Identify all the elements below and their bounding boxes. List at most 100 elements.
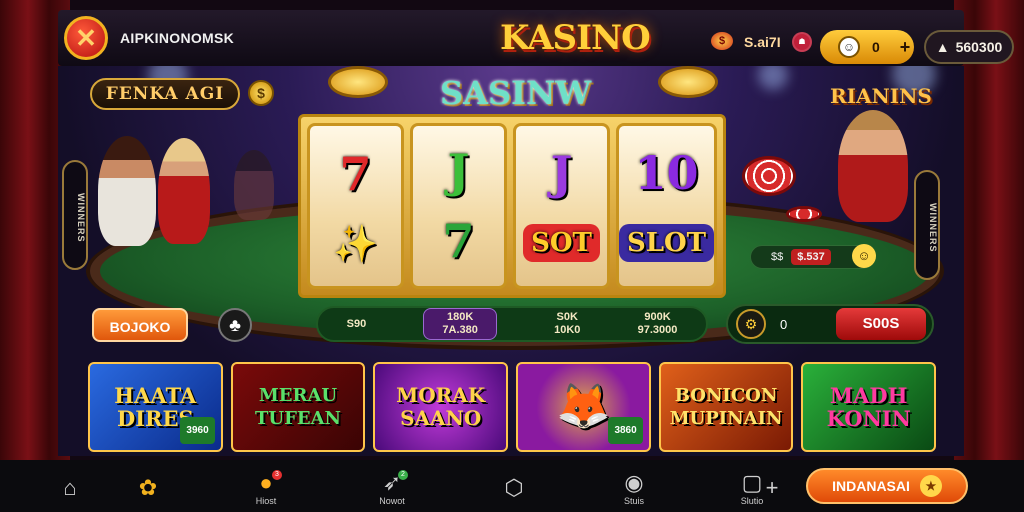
game-tile[interactable]: HAATA DIRES 3960 xyxy=(88,362,223,452)
balance-value: 560300 xyxy=(955,39,1003,55)
game-tile[interactable]: MADH KONIN xyxy=(801,362,937,452)
wallet-icon: ▲ xyxy=(935,39,950,55)
reel-4: 10 SLOT xyxy=(615,123,718,289)
nav-hiost[interactable]: ● 3 Hiost xyxy=(236,466,296,510)
player-figure xyxy=(234,150,274,220)
coin-icon: ● xyxy=(259,470,273,495)
nav-label: Nowot xyxy=(379,496,405,506)
info-cell[interactable]: S90 xyxy=(347,318,367,331)
info-cell-line2: 7A.380 xyxy=(442,324,478,336)
cta-label: INDANASAI xyxy=(832,478,910,494)
close-logo-icon[interactable]: ✕ xyxy=(64,16,108,60)
chip-stack-icon xyxy=(742,156,796,196)
nav-label: Hiost xyxy=(255,496,277,506)
top-bar: ✕ AIPKINONOMSK KASINO $ S.ai7I ☗ ☺ 0 + ▲… xyxy=(58,10,1014,66)
nav-stuis[interactable]: ◉ Stuis xyxy=(604,466,664,510)
info-cell-line1: 900K xyxy=(644,311,671,323)
player-figure xyxy=(98,136,156,246)
right-curtain xyxy=(954,0,1024,460)
info-cell[interactable]: S0K 10K0 xyxy=(554,311,580,337)
plus-icon: + xyxy=(765,475,779,500)
chip-stack-icon xyxy=(786,206,822,222)
spin-value: 0 xyxy=(780,316,788,332)
coin-stack-icon xyxy=(658,66,718,98)
left-side-pill[interactable]: WINNERS xyxy=(62,160,88,270)
nav-nowot[interactable]: ➶ 2 Nowot xyxy=(362,466,422,510)
nav-label: Stuis xyxy=(623,496,644,506)
smiley-icon[interactable]: ☺ xyxy=(852,244,876,268)
info-cell-line1: S0K xyxy=(556,311,578,323)
coins-value: 0 xyxy=(872,39,880,55)
reel-symbol: SLOT xyxy=(618,224,715,262)
slot-value: S.ai7I xyxy=(744,34,781,50)
reel-3: J SOT xyxy=(512,123,610,289)
bet-info-bar: S90 180K 7A.380 S0K 10K0 900K 97.3000 xyxy=(316,306,708,342)
reel-symbol: 7 xyxy=(442,214,475,268)
info-cell[interactable]: 900K 97.3000 xyxy=(638,311,678,337)
chat-icon: ◉ xyxy=(624,470,644,495)
game-tile-badge: 3860 xyxy=(608,417,643,444)
bet-button[interactable]: BOJOKO xyxy=(92,308,188,342)
coin-stack-icon xyxy=(328,66,388,98)
game-tile-badge: 3960 xyxy=(180,417,215,444)
brand-title: KASINO xyxy=(500,18,651,58)
nav-add[interactable]: + xyxy=(752,466,792,510)
home-icon: ⌂ xyxy=(63,475,77,500)
reel-symbol: SOT xyxy=(523,224,600,262)
game-tile-title: BONICON MUPINAIN xyxy=(669,385,783,429)
auto-spin-icon[interactable]: ⚙ xyxy=(736,309,766,339)
game-tile[interactable]: 🦊 3860 xyxy=(516,362,651,452)
nav-puzzle[interactable]: ✿ xyxy=(118,466,178,510)
game-tile-title: MORAK SAANO xyxy=(396,383,486,430)
reel-2: J 7 xyxy=(409,123,507,289)
notification-badge: 2 xyxy=(398,470,408,480)
reel-symbol: 7 xyxy=(339,146,372,201)
app-name: AIPKINONOMSK xyxy=(120,30,235,46)
star-icon: ★ xyxy=(919,475,942,497)
puzzle-icon: ✿ xyxy=(138,475,158,500)
tag-icon[interactable]: ☗ xyxy=(792,32,812,52)
reel-symbol: 10 xyxy=(634,146,699,200)
dealer-pill-amount: $.537 xyxy=(791,249,831,265)
coin-icon[interactable]: $ xyxy=(248,80,274,106)
info-cell-line1: 180K xyxy=(447,311,474,323)
spin-bar: ⚙ 0 S00S xyxy=(726,304,934,344)
dealer-pill-prefix: $$ xyxy=(771,251,784,263)
game-title-label: FENKA AGI xyxy=(90,78,240,110)
slot-machine[interactable]: 7 ✨ J 7 J SOT 10 SLOT xyxy=(298,114,726,298)
winners-label: RIANINS xyxy=(830,84,932,108)
player-figure xyxy=(158,138,210,244)
nav-cube[interactable]: ⬡ xyxy=(484,466,544,510)
game-tile[interactable]: MERAU TUFEAN xyxy=(230,362,366,452)
fox-mascot-icon: 🦊 xyxy=(555,381,611,432)
spin-button[interactable]: S00S xyxy=(836,308,926,340)
cta-button[interactable]: INDANASAI ★ xyxy=(806,468,968,504)
info-cell-line2: 10K0 xyxy=(554,324,581,336)
reel-symbol: J xyxy=(447,144,470,198)
coins-button[interactable]: ☺ 0 + xyxy=(820,30,914,64)
game-tile-title: MERAU TUFEAN xyxy=(255,385,342,429)
reel-1: 7 ✨ xyxy=(307,123,404,289)
info-cell-line1: S90 xyxy=(346,317,367,330)
casino-page: ✕ AIPKINONOMSK KASINO $ S.ai7I ☗ ☺ 0 + ▲… xyxy=(0,0,1024,512)
spotlight xyxy=(758,66,788,90)
reel-symbol: J xyxy=(550,146,573,200)
game-tile[interactable]: MORAK SAANO xyxy=(373,362,509,452)
game-tiles: HAATA DIRES 3960 MERAU TUFEAN MORAK SAAN… xyxy=(88,362,937,452)
info-cell-active[interactable]: 180K 7A.380 xyxy=(423,308,497,340)
add-coins-icon[interactable]: + xyxy=(900,37,911,58)
game-tile-title: MADH KONIN xyxy=(826,383,911,431)
reel-symbol: ✨ xyxy=(333,222,378,265)
balance-pill[interactable]: ▲ 560300 xyxy=(924,30,1014,64)
cube-icon: ⬡ xyxy=(504,475,524,500)
reel-title: SASINW xyxy=(440,74,592,112)
game-tile[interactable]: BONICON MUPINAIN xyxy=(658,362,794,452)
right-side-pill[interactable]: WINNERS xyxy=(914,170,940,280)
info-cell-line2: 97.3000 xyxy=(637,324,678,336)
chip-select-icon[interactable]: ♣ xyxy=(218,308,252,342)
dealer-figure xyxy=(838,110,908,222)
nav-home[interactable]: ⌂ xyxy=(40,466,100,510)
slot-icon: $ xyxy=(711,32,733,50)
notification-badge: 3 xyxy=(272,470,282,480)
avatar-icon: ☺ xyxy=(838,36,860,58)
